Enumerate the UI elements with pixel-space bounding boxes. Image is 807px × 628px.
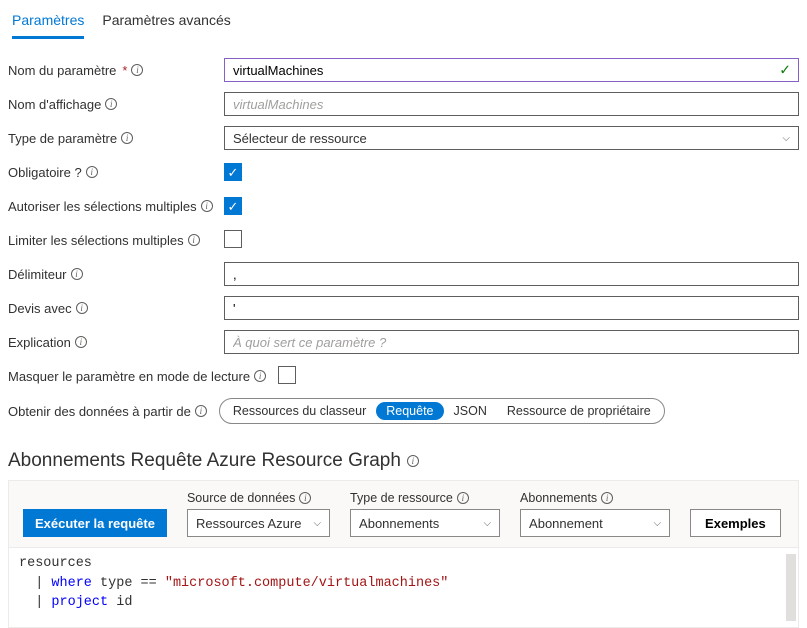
subscriptions-select[interactable]: Abonnement ⌵	[520, 509, 670, 537]
tabs: Paramètres Paramètres avancés	[8, 8, 799, 40]
query-panel: Exécuter la requête Source de données Re…	[8, 480, 799, 628]
data-source-select[interactable]: Ressources Azure ⌵	[187, 509, 330, 537]
query-editor[interactable]: resources | where type == "microsoft.com…	[9, 547, 798, 627]
resource-type-select[interactable]: Abonnements ⌵	[350, 509, 500, 537]
chevron-down-icon: ⌵	[313, 518, 321, 529]
param-name-input[interactable]	[224, 58, 799, 82]
chevron-down-icon: ⌵	[483, 518, 491, 529]
delimiter-input[interactable]	[224, 262, 799, 286]
examples-button[interactable]: Exemples	[690, 509, 781, 537]
info-icon[interactable]	[201, 200, 213, 212]
info-icon[interactable]	[254, 370, 266, 382]
tab-parameters[interactable]: Paramètres	[12, 8, 84, 39]
info-icon[interactable]	[75, 336, 87, 348]
display-name-input[interactable]	[224, 92, 799, 116]
label-data-source-text: Source de données	[187, 491, 295, 505]
chevron-down-icon: ⌵	[782, 133, 790, 144]
info-icon[interactable]	[601, 492, 613, 504]
label-allow-multi-text: Autoriser les sélections multiples	[8, 199, 197, 214]
label-required: Obligatoire ?	[8, 165, 224, 180]
pill-json[interactable]: JSON	[444, 402, 497, 420]
label-param-type: Type de paramètre	[8, 131, 224, 146]
label-resource-type: Type de ressource	[350, 491, 500, 505]
label-delimiter: Délimiteur	[8, 267, 224, 282]
chevron-down-icon: ⌵	[653, 518, 661, 529]
data-source-pills: Ressources du classeur Requête JSON Ress…	[219, 398, 665, 424]
pill-workbook-resources[interactable]: Ressources du classeur	[223, 402, 376, 420]
info-icon[interactable]	[195, 405, 207, 417]
info-icon[interactable]	[299, 492, 311, 504]
param-type-select[interactable]: Sélecteur de ressource ⌵	[224, 126, 799, 150]
label-delimiter-text: Délimiteur	[8, 267, 67, 282]
info-icon[interactable]	[121, 132, 133, 144]
subscriptions-value: Abonnement	[529, 516, 603, 531]
quote-with-input[interactable]	[224, 296, 799, 320]
hide-read-checkbox[interactable]	[278, 366, 296, 384]
label-resource-type-text: Type de ressource	[350, 491, 453, 505]
label-quote-with-text: Devis avec	[8, 301, 72, 316]
code-line: | where type == "microsoft.compute/virtu…	[19, 574, 788, 594]
limit-multi-checkbox[interactable]	[224, 230, 242, 248]
label-subscriptions: Abonnements	[520, 491, 670, 505]
info-icon[interactable]	[131, 64, 143, 76]
label-required-text: Obligatoire ?	[8, 165, 82, 180]
info-icon[interactable]	[76, 302, 88, 314]
required-checkbox[interactable]	[224, 163, 242, 181]
pill-query[interactable]: Requête	[376, 402, 443, 420]
explanation-input[interactable]	[224, 330, 799, 354]
info-icon[interactable]	[86, 166, 98, 178]
section-title: Abonnements Requête Azure Resource Graph	[8, 450, 799, 472]
label-hide-read-text: Masquer le paramètre en mode de lecture	[8, 369, 250, 384]
label-data-source: Source de données	[187, 491, 330, 505]
label-subscriptions-text: Abonnements	[520, 491, 597, 505]
label-param-type-text: Type de paramètre	[8, 131, 117, 146]
info-icon[interactable]	[105, 98, 117, 110]
data-source-value: Ressources Azure	[196, 516, 302, 531]
label-limit-multi-text: Limiter les sélections multiples	[8, 233, 184, 248]
label-allow-multi: Autoriser les sélections multiples	[8, 199, 224, 214]
label-display-name: Nom d'affichage	[8, 97, 224, 112]
required-asterisk: *	[122, 63, 127, 78]
label-param-name: Nom du paramètre *	[8, 63, 224, 78]
query-toolbar: Exécuter la requête Source de données Re…	[9, 491, 798, 547]
param-type-value: Sélecteur de ressource	[233, 131, 367, 146]
code-line: resources	[19, 554, 788, 574]
info-icon[interactable]	[188, 234, 200, 246]
label-get-data-from-text: Obtenir des données à partir de	[8, 404, 191, 419]
run-query-button[interactable]: Exécuter la requête	[23, 509, 167, 537]
label-explanation-text: Explication	[8, 335, 71, 350]
label-limit-multi: Limiter les sélections multiples	[8, 233, 224, 248]
pill-owner-resource[interactable]: Ressource de propriétaire	[497, 402, 661, 420]
scrollbar[interactable]	[786, 554, 796, 621]
allow-multi-checkbox[interactable]	[224, 197, 242, 215]
tab-advanced[interactable]: Paramètres avancés	[102, 8, 230, 39]
label-display-name-text: Nom d'affichage	[8, 97, 101, 112]
checkmark-icon: ✓	[779, 62, 791, 79]
code-line: | project id	[19, 593, 788, 613]
label-get-data-from: Obtenir des données à partir de	[8, 404, 207, 419]
resource-type-value: Abonnements	[359, 516, 439, 531]
section-title-text: Abonnements Requête Azure Resource Graph	[8, 450, 401, 472]
label-param-name-text: Nom du paramètre	[8, 63, 116, 78]
info-icon[interactable]	[457, 492, 469, 504]
info-icon[interactable]	[407, 455, 419, 467]
info-icon[interactable]	[71, 268, 83, 280]
label-hide-read: Masquer le paramètre en mode de lecture	[8, 369, 266, 384]
label-quote-with: Devis avec	[8, 301, 224, 316]
label-explanation: Explication	[8, 335, 224, 350]
